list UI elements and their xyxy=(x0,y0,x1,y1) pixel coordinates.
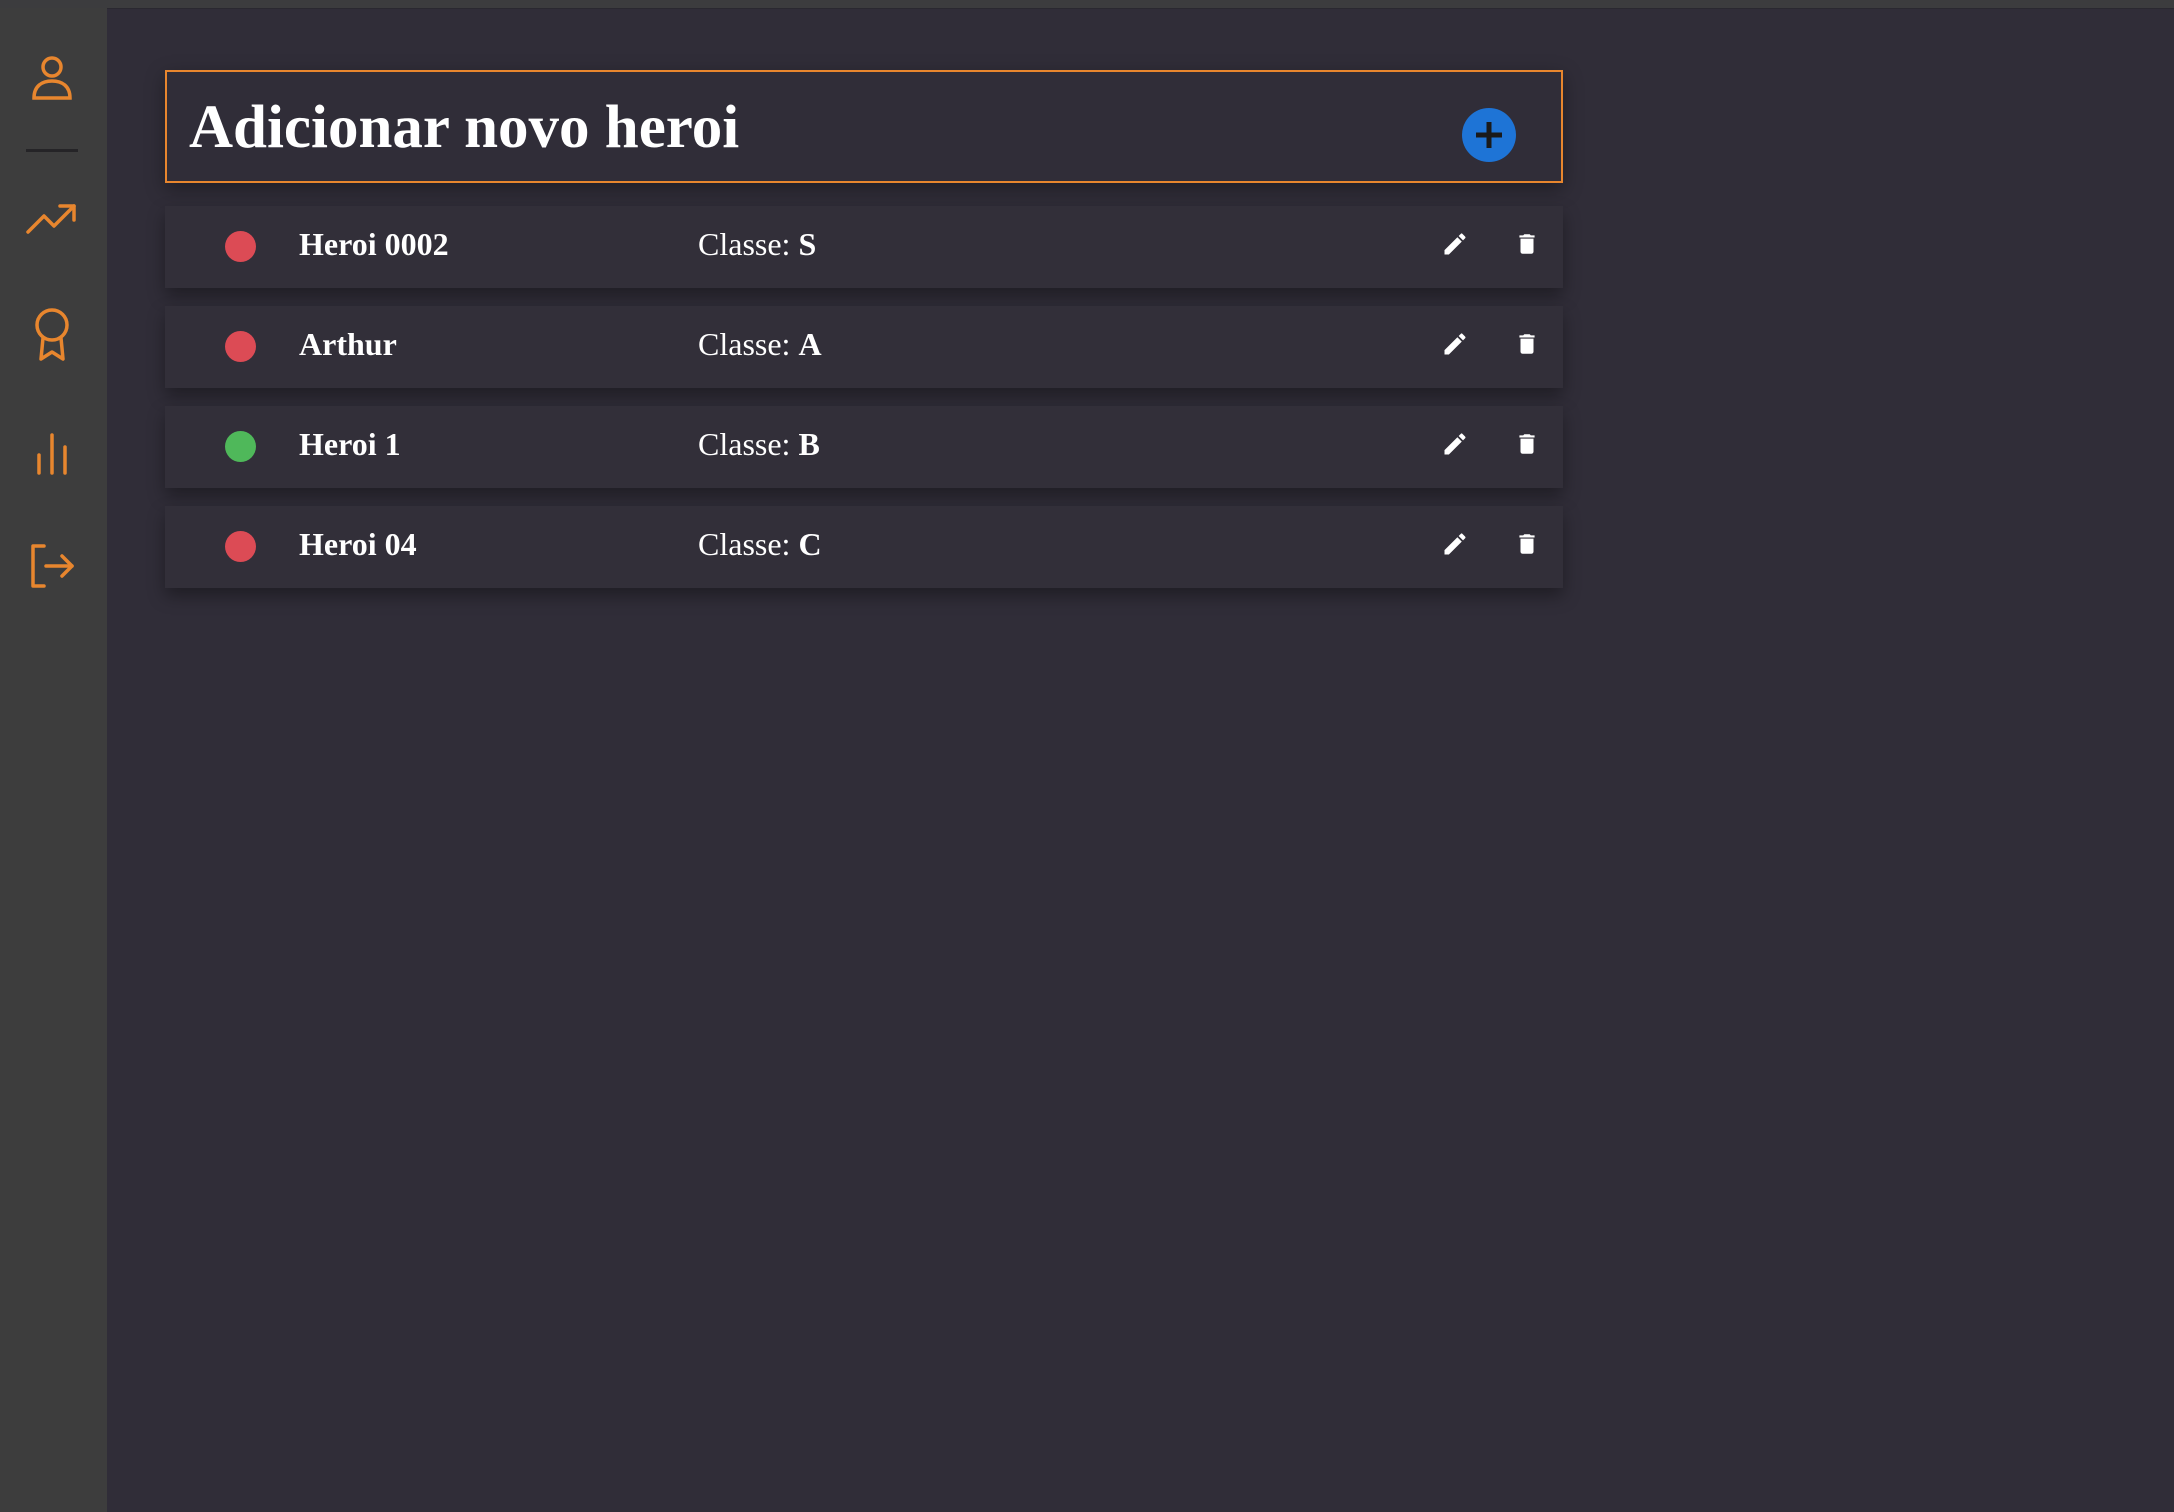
sidebar-item-logout[interactable] xyxy=(24,538,80,594)
pencil-icon xyxy=(1444,333,1466,355)
hero-class-value: C xyxy=(798,526,822,562)
sidebar-item-awards[interactable] xyxy=(24,307,80,363)
delete-hero-button[interactable] xyxy=(1509,426,1545,462)
plus-icon xyxy=(1476,122,1502,148)
status-indicator xyxy=(225,231,256,262)
hero-name: Arthur xyxy=(299,326,397,362)
hero-class-value: S xyxy=(798,226,817,262)
edit-hero-button[interactable] xyxy=(1437,226,1473,262)
hero-class-value: A xyxy=(798,326,822,362)
main-content: Adicionar novo heroi Heroi 0002 Classe: … xyxy=(107,8,2174,1512)
hero-class: Classe: S xyxy=(698,226,816,263)
hero-class: Classe: C xyxy=(698,526,822,563)
hero-class: Classe: B xyxy=(698,426,820,463)
delete-hero-button[interactable] xyxy=(1509,526,1545,562)
add-hero-panel: Adicionar novo heroi xyxy=(165,70,1563,183)
edit-hero-button[interactable] xyxy=(1437,426,1473,462)
sidebar-item-profile[interactable] xyxy=(24,50,80,106)
hero-class-label: Classe: xyxy=(698,526,791,562)
hero-name: Heroi 04 xyxy=(299,526,417,562)
status-indicator xyxy=(225,331,256,362)
hero-name: Heroi 0002 xyxy=(299,226,449,262)
pencil-icon xyxy=(1444,233,1466,255)
trending-up-icon xyxy=(26,204,76,234)
sidebar xyxy=(0,8,107,1512)
sidebar-item-stats[interactable] xyxy=(24,425,80,481)
hero-row: Heroi 0002 Classe: S xyxy=(165,206,1563,288)
hero-class-value: B xyxy=(798,426,820,462)
bar-chart-icon xyxy=(37,433,67,475)
hero-row: Heroi 04 Classe: C xyxy=(165,506,1563,588)
user-icon xyxy=(32,56,72,100)
trash-icon xyxy=(1519,534,1535,554)
trash-icon xyxy=(1519,234,1535,254)
sidebar-item-trending[interactable] xyxy=(24,190,80,246)
delete-hero-button[interactable] xyxy=(1509,226,1545,262)
pencil-icon xyxy=(1444,533,1466,555)
hero-class-label: Classe: xyxy=(698,326,791,362)
status-indicator xyxy=(225,531,256,562)
add-hero-button[interactable] xyxy=(1462,108,1516,162)
trash-icon xyxy=(1519,334,1535,354)
hero-class: Classe: A xyxy=(698,326,822,363)
sidebar-divider xyxy=(26,149,78,152)
trash-icon xyxy=(1519,434,1535,454)
edit-hero-button[interactable] xyxy=(1437,326,1473,362)
pencil-icon xyxy=(1444,433,1466,455)
logout-icon xyxy=(31,544,74,588)
edit-hero-button[interactable] xyxy=(1437,526,1473,562)
status-indicator xyxy=(225,431,256,462)
hero-class-label: Classe: xyxy=(698,426,791,462)
hero-row: Arthur Classe: A xyxy=(165,306,1563,388)
hero-class-label: Classe: xyxy=(698,226,791,262)
hero-row: Heroi 1 Classe: B xyxy=(165,406,1563,488)
hero-name: Heroi 1 xyxy=(299,426,401,462)
delete-hero-button[interactable] xyxy=(1509,326,1545,362)
award-icon xyxy=(35,308,69,361)
add-hero-title: Adicionar novo heroi xyxy=(189,94,740,161)
